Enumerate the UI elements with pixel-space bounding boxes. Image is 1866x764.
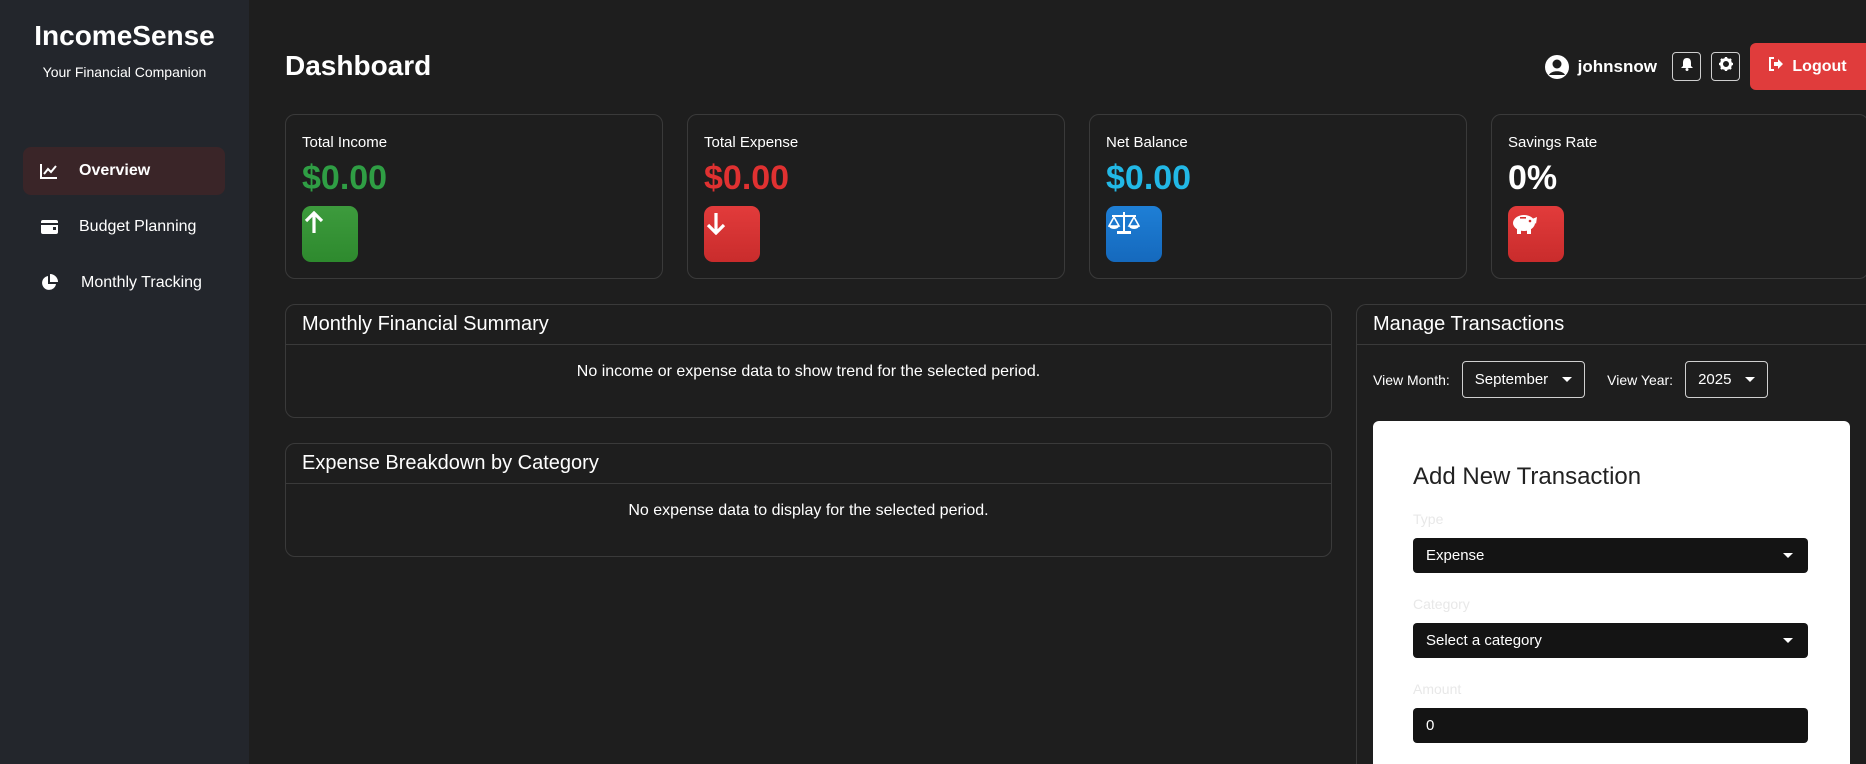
type-select[interactable]: Expense: [1413, 538, 1808, 573]
sidebar-item-overview[interactable]: Overview: [23, 147, 225, 195]
brand-title: IncomeSense: [34, 20, 215, 51]
stat-value: $0.00: [1106, 159, 1192, 197]
empty-state-text: No expense data to display for the selec…: [628, 502, 989, 519]
add-transaction-form: Add New Transaction Type Expense Categor…: [1373, 421, 1850, 764]
header-user-area: johnsnow Logout: [1544, 43, 1866, 90]
sidebar-item-label: Overview: [79, 162, 151, 179]
username: johnsnow: [1577, 56, 1657, 76]
type-value: Expense: [1426, 547, 1485, 564]
view-year-label: View Year:: [1607, 371, 1674, 388]
stat-label: Net Balance: [1106, 134, 1188, 151]
empty-state-text: No income or expense data to show trend …: [576, 363, 1041, 380]
sidebar-nav: Overview Budget Planning Monthly Trackin…: [23, 147, 225, 315]
expense-breakdown-panel: Expense Breakdown by Category No expense…: [285, 443, 1332, 557]
bell-icon: [1680, 57, 1693, 76]
caret-down-icon: [1562, 377, 1573, 382]
amount-value: 0: [1426, 717, 1435, 734]
stat-value: $0.00: [704, 159, 790, 197]
panel-title: Expense Breakdown by Category: [286, 444, 1331, 484]
notifications-button[interactable]: [1672, 52, 1701, 81]
caret-down-icon: [1783, 638, 1793, 643]
stat-value: $0.00: [302, 159, 388, 197]
page-title: Dashboard: [285, 50, 432, 81]
caret-down-icon: [1745, 377, 1756, 382]
stat-card-total-expense: Total Expense $0.00: [687, 114, 1065, 279]
stat-card-savings-rate: Savings Rate 0%: [1491, 114, 1866, 279]
amount-label: Amount: [1413, 681, 1462, 697]
sidebar-item-label: Budget Planning: [79, 218, 197, 235]
logout-label: Logout: [1792, 57, 1847, 75]
stat-value: 0%: [1508, 159, 1558, 197]
view-year-select[interactable]: 2025: [1685, 361, 1769, 398]
pie-chart-icon: [38, 272, 60, 294]
line-chart-icon: [38, 160, 60, 182]
piggy-bank-icon: [1508, 206, 1564, 262]
selected-year: 2025: [1698, 371, 1732, 388]
stat-label: Savings Rate: [1508, 134, 1598, 151]
panel-title: Monthly Financial Summary: [286, 305, 1331, 345]
stat-label: Total Income: [302, 134, 388, 151]
sidebar-item-monthly-tracking[interactable]: Monthly Tracking: [23, 259, 225, 307]
monthly-summary-panel: Monthly Financial Summary No income or e…: [285, 304, 1332, 418]
view-month-label: View Month:: [1373, 371, 1450, 388]
caret-down-icon: [1783, 553, 1793, 558]
stat-card-net-balance: Net Balance $0.00: [1089, 114, 1467, 279]
type-label: Type: [1413, 511, 1444, 527]
logout-button[interactable]: Logout: [1750, 43, 1866, 90]
stat-card-total-income: Total Income $0.00: [285, 114, 663, 279]
balance-scale-icon: [1106, 206, 1162, 262]
sidebar-item-budget-planning[interactable]: Budget Planning: [23, 203, 225, 251]
gear-icon: [1718, 57, 1733, 76]
arrow-down-icon: [704, 206, 760, 262]
sign-out-icon: [1769, 57, 1792, 76]
stat-label: Total Expense: [704, 134, 799, 151]
user-menu[interactable]: johnsnow: [1544, 54, 1657, 80]
manage-transactions-panel: Manage Transactions View Month: Septembe…: [1356, 304, 1866, 764]
brand-subtitle: Your Financial Companion: [42, 64, 207, 80]
user-avatar-icon: [1544, 54, 1570, 80]
view-month-select[interactable]: September: [1461, 361, 1586, 398]
form-title: Add New Transaction: [1413, 463, 1642, 490]
category-value: Select a category: [1426, 632, 1542, 649]
sidebar: IncomeSense Your Financial Companion Ove…: [0, 0, 249, 764]
sidebar-item-label: Monthly Tracking: [81, 274, 202, 291]
wallet-icon: [38, 216, 60, 238]
panel-title: Manage Transactions: [1357, 305, 1866, 345]
selected-month: September: [1474, 371, 1549, 388]
category-label: Category: [1413, 596, 1470, 612]
period-filters: View Month: September View Year: 2025: [1373, 361, 1790, 398]
amount-input[interactable]: 0: [1413, 708, 1808, 743]
category-select[interactable]: Select a category: [1413, 623, 1808, 658]
settings-button[interactable]: [1711, 52, 1740, 81]
arrow-up-icon: [302, 206, 358, 262]
